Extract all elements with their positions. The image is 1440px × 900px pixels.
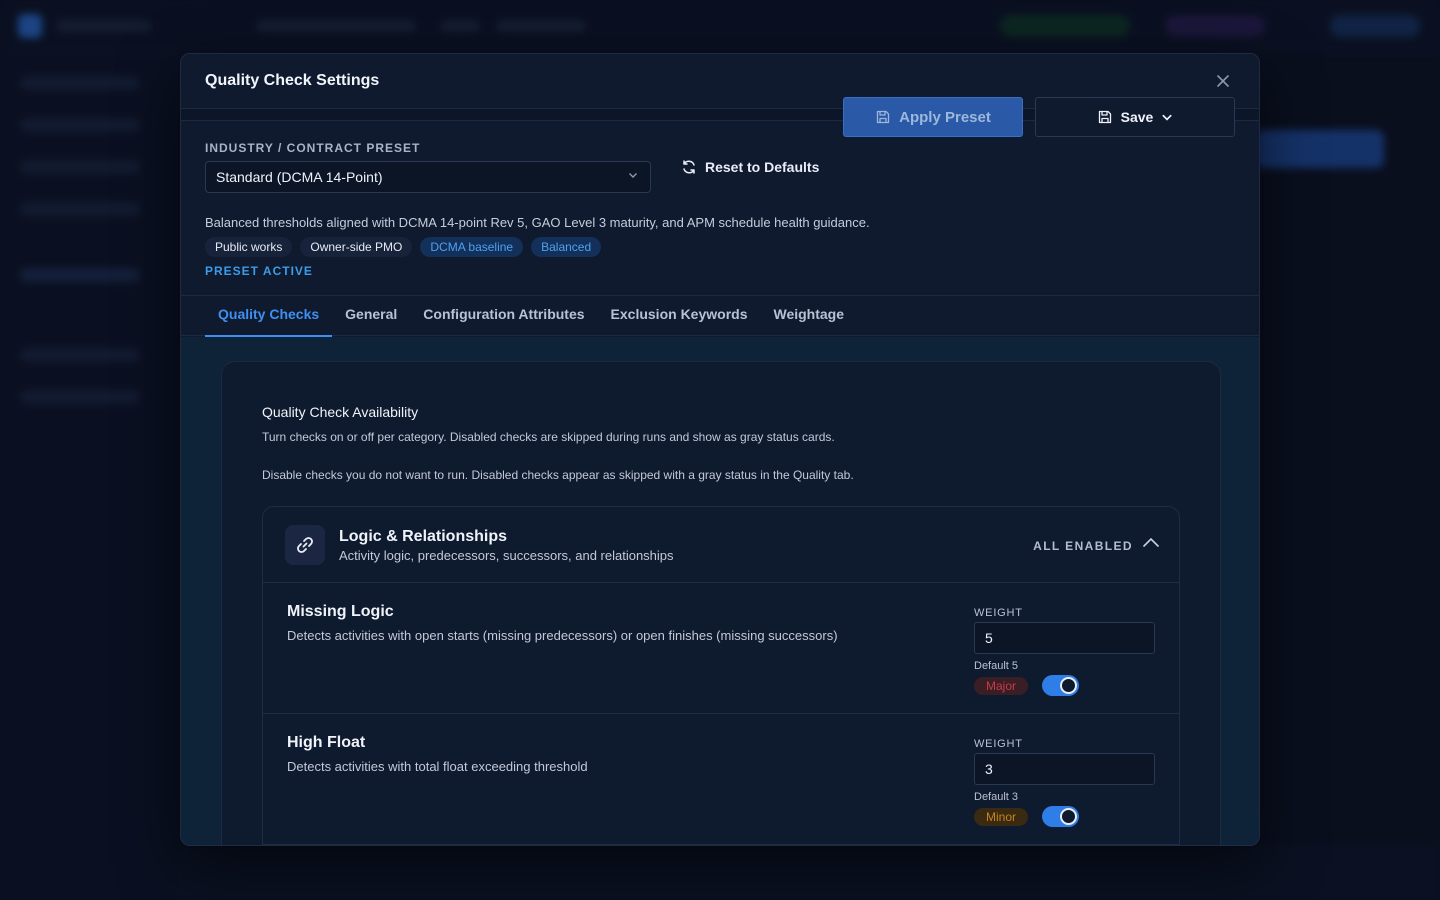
bg-action-pill xyxy=(1330,15,1420,37)
bg-nav-item xyxy=(20,202,140,216)
tab-quality-checks[interactable]: Quality Checks xyxy=(205,296,333,337)
availability-note: Disable checks you do not want to run. D… xyxy=(262,468,854,482)
tag: Owner-side PMO xyxy=(300,237,413,257)
settings-tabs: Quality Checks General Configuration Att… xyxy=(181,296,1259,337)
group-subtitle: Activity logic, predecessors, successors… xyxy=(339,548,674,563)
toggle-knob xyxy=(1060,677,1077,694)
tab-configuration-attributes[interactable]: Configuration Attributes xyxy=(410,296,597,336)
check-description: Detects activities with total float exce… xyxy=(287,759,588,774)
check-row-high-float: High Float Detects activities with total… xyxy=(263,714,1179,845)
bg-nav-item xyxy=(20,76,140,90)
bg-user-pill xyxy=(1165,15,1265,37)
check-description: Detects activities with open starts (mis… xyxy=(287,628,838,643)
link-icon xyxy=(285,525,325,565)
weight-input[interactable] xyxy=(974,753,1155,785)
weight-label: WEIGHT xyxy=(974,738,1023,750)
reset-to-defaults-button[interactable]: Reset to Defaults xyxy=(681,154,819,180)
bg-app-name xyxy=(56,20,152,32)
preset-label: INDUSTRY / CONTRACT PRESET xyxy=(205,141,421,155)
toggle-knob xyxy=(1060,808,1077,825)
save-icon xyxy=(876,110,890,124)
bg-primary-button xyxy=(1256,130,1384,168)
quality-check-settings-modal: Quality Check Settings INDUSTRY / CONTRA… xyxy=(180,53,1260,846)
weight-label: WEIGHT xyxy=(974,607,1023,619)
save-label: Save xyxy=(1120,109,1154,125)
bg-meta xyxy=(440,20,480,32)
close-button[interactable] xyxy=(1211,69,1235,93)
tab-general[interactable]: General xyxy=(332,296,410,336)
preset-section: INDUSTRY / CONTRACT PRESET Standard (DCM… xyxy=(181,97,1259,296)
preset-select[interactable]: Standard (DCMA 14-Point) xyxy=(205,161,651,193)
tag: Balanced xyxy=(531,237,602,257)
preset-status: PRESET ACTIVE xyxy=(205,264,313,278)
availability-subtitle: Turn checks on or off per category. Disa… xyxy=(262,430,835,444)
bg-nav-item xyxy=(20,348,140,362)
group-status: ALL ENABLED xyxy=(1033,539,1133,553)
save-button[interactable]: Save xyxy=(1035,97,1235,137)
bg-nav-item xyxy=(20,118,140,132)
severity-badge: Major xyxy=(974,677,1029,695)
check-row-missing-logic: Missing Logic Detects activities with op… xyxy=(263,583,1179,714)
preset-description: Balanced thresholds aligned with DCMA 14… xyxy=(205,215,870,230)
reset-label: Reset to Defaults xyxy=(705,159,820,175)
availability-title: Quality Check Availability xyxy=(262,404,419,420)
preset-tags: Public works Owner-side PMO DCMA baselin… xyxy=(205,237,602,257)
tab-content: Quality Check Availability Turn checks o… xyxy=(181,337,1259,845)
refresh-icon xyxy=(683,160,695,174)
tag: DCMA baseline xyxy=(420,237,524,257)
group-title: Logic & Relationships xyxy=(339,528,508,545)
close-icon xyxy=(1217,75,1229,87)
chevron-up-icon[interactable] xyxy=(1141,533,1161,553)
apply-preset-button[interactable]: Apply Preset xyxy=(843,97,1023,137)
apply-preset-label: Apply Preset xyxy=(899,108,991,126)
default-weight: Default 5 xyxy=(974,660,1019,672)
availability-panel: Quality Check Availability Turn checks o… xyxy=(221,361,1221,845)
bg-logo xyxy=(18,14,42,38)
severity-badge: Minor xyxy=(974,808,1029,826)
check-group-logic: Logic & Relationships Activity logic, pr… xyxy=(262,506,1180,845)
bg-nav-item xyxy=(20,390,140,404)
weight-input[interactable] xyxy=(974,622,1155,654)
bg-topbar xyxy=(0,0,1440,52)
check-title: Missing Logic xyxy=(287,603,394,620)
tab-weightage[interactable]: Weightage xyxy=(760,296,857,336)
chevron-down-icon xyxy=(628,170,638,183)
chevron-down-icon xyxy=(1162,114,1173,121)
bg-nav-item xyxy=(20,160,140,174)
check-title: High Float xyxy=(287,734,366,751)
group-header[interactable]: Logic & Relationships Activity logic, pr… xyxy=(263,507,1179,583)
bg-footer xyxy=(180,846,1440,900)
modal-title: Quality Check Settings xyxy=(205,72,380,89)
bg-nav-item-active xyxy=(20,268,140,282)
tab-exclusion-keywords[interactable]: Exclusion Keywords xyxy=(598,296,761,336)
enable-toggle[interactable] xyxy=(1042,675,1079,696)
default-weight: Default 3 xyxy=(974,791,1019,803)
bg-sidebar xyxy=(0,52,180,900)
preset-selected-value: Standard (DCMA 14-Point) xyxy=(216,169,383,185)
tag: Public works xyxy=(205,237,293,257)
bg-meta-2 xyxy=(496,20,586,32)
save-icon xyxy=(1098,110,1111,124)
bg-status-pill xyxy=(1000,15,1130,37)
enable-toggle[interactable] xyxy=(1042,806,1079,827)
bg-project-name xyxy=(256,20,416,32)
